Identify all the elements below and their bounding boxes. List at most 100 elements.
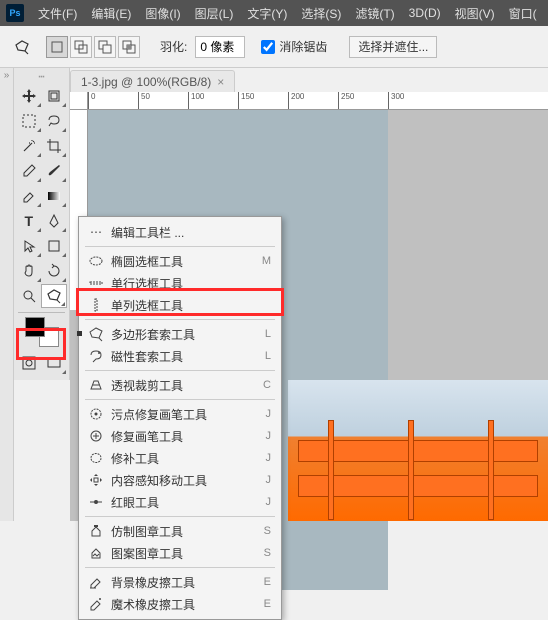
ctx-item-clone[interactable]: 仿制图章工具S <box>79 520 281 542</box>
tool-polygonal-lasso[interactable] <box>41 284 67 308</box>
tool-magic-wand[interactable] <box>16 134 42 158</box>
ctx-item-shortcut: E <box>255 576 271 588</box>
ctx-edit-toolbar[interactable]: ⋯ 编辑工具栏 ... <box>79 221 281 243</box>
horizontal-ruler[interactable]: 0 50 100 150 200 250 300 <box>88 92 548 110</box>
active-dot-icon <box>77 331 82 336</box>
active-tool-indicator[interactable] <box>10 35 34 59</box>
tool-move[interactable] <box>16 84 42 108</box>
ctx-item-col[interactable]: 单列选框工具 <box>79 294 281 316</box>
tool-context-menu: ⋯ 编辑工具栏 ... 椭圆选框工具M单行选框工具单列选框工具多边形套索工具L磁… <box>78 216 282 620</box>
tool-zoom[interactable] <box>16 284 41 308</box>
menu-window[interactable]: 窗口( <box>509 5 537 22</box>
tool-hand[interactable] <box>16 259 42 283</box>
heal-icon <box>87 428 105 444</box>
menu-file[interactable]: 文件(F) <box>38 5 77 22</box>
menu-view[interactable]: 视图(V) <box>455 5 495 22</box>
antialias-label: 消除锯齿 <box>279 38 327 55</box>
panel-collapse-strip[interactable]: » <box>0 68 14 521</box>
feather-label: 羽化: <box>160 38 187 55</box>
ctx-item-shortcut: L <box>255 350 271 362</box>
document-tabs: 1-3.jpg @ 100%(RGB/8) × <box>70 68 548 92</box>
menu-filter[interactable]: 滤镜(T) <box>355 5 394 22</box>
clone-icon <box>87 523 105 539</box>
close-icon[interactable]: × <box>217 75 224 89</box>
feather-input[interactable] <box>195 36 245 58</box>
menu-edit[interactable]: 编辑(E) <box>91 5 131 22</box>
col-icon <box>87 297 105 313</box>
ctx-item-shortcut: J <box>255 430 271 442</box>
menu-text[interactable]: 文字(Y) <box>247 5 287 22</box>
ctx-item-pstamp[interactable]: 图案图章工具S <box>79 542 281 564</box>
ctx-item-move[interactable]: 内容感知移动工具J <box>79 469 281 491</box>
ctx-item-persp[interactable]: 透视裁剪工具C <box>79 374 281 396</box>
color-swatch[interactable] <box>25 317 59 347</box>
tool-artboard[interactable] <box>42 84 68 108</box>
menu-layer[interactable]: 图层(L) <box>195 5 234 22</box>
ctx-item-beraser[interactable]: 背景橡皮擦工具E <box>79 571 281 593</box>
ctx-item-shortcut: L <box>255 328 271 340</box>
ctx-item-label: 背景橡皮擦工具 <box>111 574 255 591</box>
tool-crop[interactable] <box>42 134 68 158</box>
separator <box>85 399 275 400</box>
foreground-color[interactable] <box>25 317 45 337</box>
menu-image[interactable]: 图像(I) <box>145 5 180 22</box>
ctx-item-label: 魔术橡皮擦工具 <box>111 596 255 613</box>
ctx-item-mag[interactable]: 磁性套索工具L <box>79 345 281 367</box>
separator <box>85 319 275 320</box>
document-tab[interactable]: 1-3.jpg @ 100%(RGB/8) × <box>70 70 235 92</box>
tool-text[interactable]: T <box>16 209 42 233</box>
menu-select[interactable]: 选择(S) <box>301 5 341 22</box>
spot-icon <box>87 406 105 422</box>
ctx-item-label: 多边形套索工具 <box>111 326 255 343</box>
tool-brush[interactable] <box>42 159 68 183</box>
ctx-item-poly[interactable]: 多边形套索工具L <box>79 323 281 345</box>
selection-new[interactable] <box>46 36 68 58</box>
select-and-mask-button[interactable]: 选择并遮住... <box>349 36 437 58</box>
tool-shape[interactable] <box>42 234 68 258</box>
selection-add[interactable] <box>70 36 92 58</box>
tool-eraser[interactable] <box>16 184 42 208</box>
ctx-item-label: 椭圆选框工具 <box>111 253 255 270</box>
ctx-item-ellipse[interactable]: 椭圆选框工具M <box>79 250 281 272</box>
ctx-item-label: 修复画笔工具 <box>111 428 255 445</box>
tool-pen[interactable] <box>42 209 68 233</box>
ctx-item-heal[interactable]: 修复画笔工具J <box>79 425 281 447</box>
tool-path-select[interactable] <box>16 234 42 258</box>
separator <box>85 567 275 568</box>
polygonal-lasso-icon <box>14 39 30 55</box>
ctx-item-meraser[interactable]: 魔术橡皮擦工具E <box>79 593 281 615</box>
selection-mode-group <box>46 36 140 58</box>
tool-gradient[interactable] <box>42 184 68 208</box>
tool-marquee[interactable] <box>16 109 42 133</box>
options-bar: 羽化: 消除锯齿 选择并遮住... <box>0 26 548 68</box>
tool-rotate-view[interactable] <box>42 259 68 283</box>
ctx-item-shortcut: C <box>255 379 271 391</box>
ctx-item-shortcut: S <box>255 525 271 537</box>
menu-3d[interactable]: 3D(D) <box>409 6 441 20</box>
ctx-item-patch[interactable]: 修补工具J <box>79 447 281 469</box>
separator <box>85 370 275 371</box>
tool-eyedropper[interactable] <box>16 159 42 183</box>
meraser-icon <box>87 596 105 612</box>
ctx-item-spot[interactable]: 污点修复画笔工具J <box>79 403 281 425</box>
app-logo: Ps <box>6 4 24 22</box>
tool-lasso[interactable] <box>42 109 68 133</box>
ctx-item-row[interactable]: 单行选框工具 <box>79 272 281 294</box>
ctx-item-eye[interactable]: 红眼工具J <box>79 491 281 513</box>
antialias-input[interactable] <box>261 40 275 54</box>
ellipse-icon <box>87 253 105 269</box>
selection-subtract[interactable] <box>94 36 116 58</box>
screenmode-toggle[interactable] <box>42 351 68 375</box>
ctx-item-shortcut: J <box>255 408 271 420</box>
ctx-item-label: 仿制图章工具 <box>111 523 255 540</box>
antialias-checkbox[interactable]: 消除锯齿 <box>261 38 327 55</box>
dots-icon: ⋯ <box>87 224 105 240</box>
toolbox-handle[interactable]: ┅ <box>16 72 67 84</box>
selection-intersect[interactable] <box>118 36 140 58</box>
ctx-item-shortcut: E <box>255 598 271 610</box>
ctx-item-label: 单列选框工具 <box>111 297 255 314</box>
ctx-item-label: 内容感知移动工具 <box>111 472 255 489</box>
ctx-item-shortcut: J <box>255 496 271 508</box>
quickmask-toggle[interactable] <box>16 351 42 375</box>
row-icon <box>87 275 105 291</box>
